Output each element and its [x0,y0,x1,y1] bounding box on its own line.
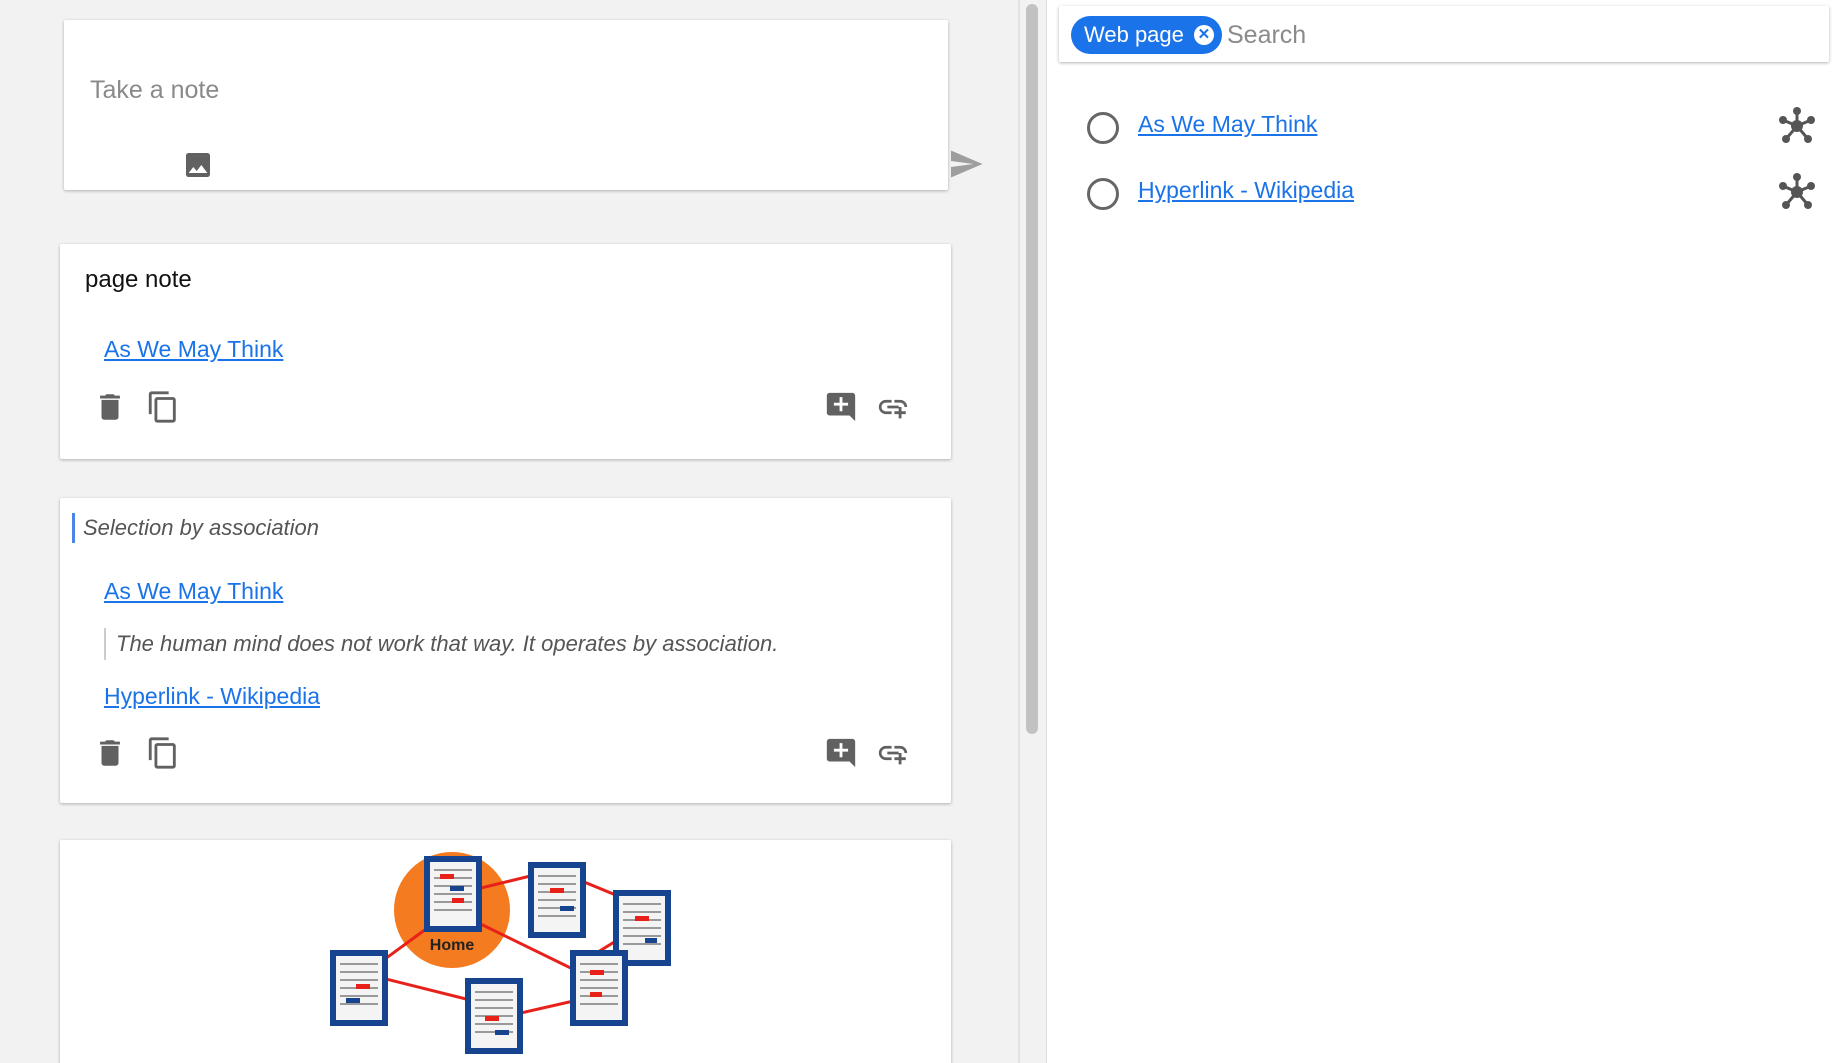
search-input[interactable] [1225,14,1809,56]
scrollbar-thumb[interactable] [1026,4,1038,734]
add-comment-icon[interactable] [824,390,858,424]
note-input[interactable]: Take a note [90,76,219,105]
radio-button[interactable] [1087,112,1119,144]
note-card: Selection by association As We May Think… [60,498,951,803]
search-bar: Web page ✕ [1059,6,1829,62]
note-card: Home [60,840,951,1063]
result-link[interactable]: Hyperlink - Wikipedia [1138,177,1354,204]
add-link-icon[interactable] [876,390,910,424]
note-link[interactable]: As We May Think [104,578,283,605]
copy-icon[interactable] [146,736,180,770]
send-icon[interactable] [948,146,984,178]
notes-pane: Take a note page note As We May Think Se… [0,0,1018,1063]
note-title: Selection by association [72,513,319,543]
search-pane: Web page ✕ As We May Think Hyperlink - W… [1047,0,1842,1063]
filter-chip[interactable]: Web page ✕ [1071,16,1222,54]
note-link[interactable]: Hyperlink - Wikipedia [104,683,320,710]
note-title: page note [85,266,192,293]
diagram-home-label: Home [430,937,475,954]
filter-chip-label: Web page [1084,22,1184,47]
result-link[interactable]: As We May Think [1138,111,1317,138]
add-comment-icon[interactable] [824,736,858,770]
note-quote: The human mind does not work that way. I… [104,628,778,660]
radio-button[interactable] [1087,178,1119,210]
result-item: Hyperlink - Wikipedia [1087,170,1817,218]
note-composer[interactable]: Take a note [64,20,983,190]
delete-icon[interactable] [93,390,127,424]
result-item: As We May Think [1087,104,1817,152]
delete-icon[interactable] [93,736,127,770]
note-link[interactable]: As We May Think [104,336,283,363]
note-card: page note As We May Think [60,244,951,459]
close-circle-icon[interactable]: ✕ [1193,25,1214,45]
image-icon[interactable] [182,149,214,181]
add-link-icon[interactable] [876,736,910,770]
copy-icon[interactable] [146,390,180,424]
graph-icon[interactable] [1777,106,1817,146]
hyperlink-diagram-image: Home [330,852,671,1054]
graph-icon[interactable] [1777,172,1817,212]
